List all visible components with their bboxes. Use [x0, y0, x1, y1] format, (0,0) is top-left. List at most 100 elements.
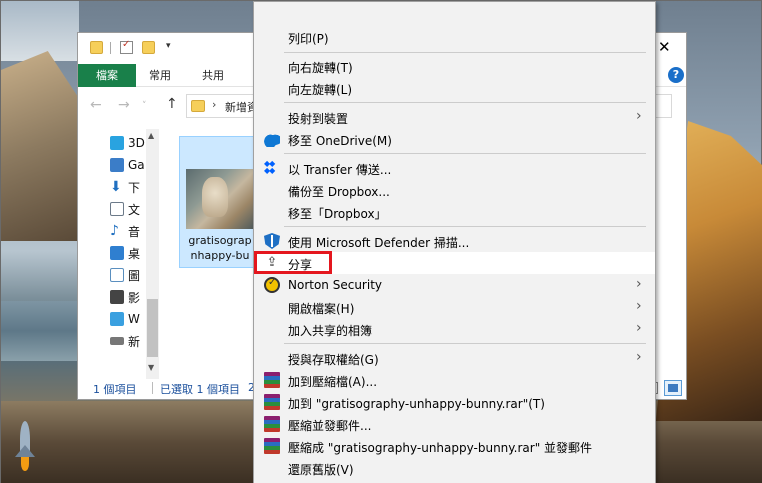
- folder-icon[interactable]: [90, 41, 103, 54]
- large-icons-view-icon[interactable]: [664, 380, 682, 396]
- nav-item-pc[interactable]: Ga: [110, 155, 145, 175]
- menu-item-backup-to-dropbox[interactable]: 備份至 Dropbox...: [254, 179, 655, 201]
- menu-item-add-to-named-rar[interactable]: 加到 "gratisography-unhappy-bunny.rar"(T): [254, 391, 655, 413]
- nav-item-label: 影: [128, 290, 141, 305]
- tab-share[interactable]: 共用: [202, 64, 224, 87]
- submenu-arrow-icon: ›: [636, 276, 642, 292]
- winrar-icon: [264, 438, 280, 454]
- nav-item-pictures[interactable]: 圖: [110, 265, 140, 285]
- menu-item-label: 加到 "gratisography-unhappy-bunny.rar"(T): [288, 397, 545, 411]
- recent-locations-chevron-icon[interactable]: ˅: [142, 101, 147, 111]
- menu-item-rotate-left[interactable]: 向左旋轉(L): [254, 77, 655, 99]
- menu-item-label: 投射到裝置: [288, 112, 349, 126]
- scroll-down-arrow-icon[interactable]: ▼: [148, 363, 154, 372]
- desktop-icon: [110, 246, 124, 260]
- nav-item-label: 桌: [128, 246, 141, 261]
- menu-item-label: 授與存取權給(G): [288, 353, 379, 367]
- nav-item-documents[interactable]: 文: [110, 199, 140, 219]
- menu-item-compress-named-rar-and-email[interactable]: 壓縮成 "gratisography-unhappy-bunny.rar" 並發…: [254, 435, 655, 457]
- up-arrow-icon[interactable]: ↑: [166, 96, 178, 112]
- nav-item-videos[interactable]: 影: [110, 287, 140, 307]
- menu-item-send-with-transfer[interactable]: 以 Transfer 傳送...: [254, 157, 655, 179]
- menu-item-label: 移至 OneDrive(M): [288, 134, 392, 148]
- menu-item-cast-to-device[interactable]: 投射到裝置 ›: [254, 106, 655, 128]
- cube-3d-icon: [110, 136, 124, 150]
- submenu-arrow-icon: ›: [636, 349, 642, 365]
- menu-item-rotate-right[interactable]: 向右旋轉(T): [254, 55, 655, 77]
- menu-item-norton-security[interactable]: Norton Security ›: [254, 274, 655, 296]
- item-count: 1 個項目: [93, 383, 137, 396]
- nav-item-label: 新: [128, 334, 141, 349]
- rocket-desktop-icon[interactable]: [15, 421, 35, 473]
- menu-item-give-access-to[interactable]: 授與存取權給(G) ›: [254, 347, 655, 369]
- menu-item-defender-scan[interactable]: 使用 Microsoft Defender 掃描...: [254, 230, 655, 252]
- pc-icon: [110, 158, 124, 172]
- menu-item-move-to-onedrive[interactable]: 移至 OneDrive(M): [254, 128, 655, 150]
- menu-item-label: Norton Security: [288, 278, 382, 292]
- tab-file[interactable]: 檔案: [78, 64, 136, 87]
- nav-item-new-drive[interactable]: 新: [110, 331, 140, 351]
- menu-item-label: 加入共享的相簿: [288, 324, 373, 338]
- close-icon[interactable]: ✕: [658, 38, 671, 56]
- customize-toolbar-dropdown-icon[interactable]: ▾: [166, 41, 171, 51]
- menu-item-add-to-shared-album[interactable]: 加入共享的相簿 ›: [254, 318, 655, 340]
- drive-icon: [110, 337, 124, 345]
- menu-item-move-to-dropbox[interactable]: 移至「Dropbox」: [254, 201, 655, 223]
- document-icon: [110, 202, 124, 216]
- download-icon: ⬇: [110, 179, 122, 195]
- toolbar-divider: [110, 42, 111, 54]
- breadcrumb-chevron-icon[interactable]: ›: [212, 98, 216, 111]
- menu-item-label: 向左旋轉(L): [288, 83, 353, 97]
- menu-item-restore-previous-versions[interactable]: 還原舊版(V): [254, 457, 655, 479]
- menu-item-print[interactable]: 列印(P): [254, 26, 655, 48]
- menu-item-add-to-archive[interactable]: 加到壓縮檔(A)...: [254, 369, 655, 391]
- selected-file-item[interactable]: gratisograp nhappy-bu: [179, 136, 259, 268]
- status-divider: [152, 382, 153, 394]
- nav-item-label: 圖: [128, 268, 141, 283]
- selected-count: 已選取 1 個項目: [160, 383, 240, 396]
- menu-separator: [284, 153, 646, 154]
- menu-item-open-with[interactable]: 開啟檔案(H) ›: [254, 296, 655, 318]
- menu-item-label: 開啟檔案(H): [288, 302, 355, 316]
- menu-item-label: 壓縮成 "gratisography-unhappy-bunny.rar" 並發…: [288, 441, 593, 455]
- rocket-fin: [15, 445, 35, 457]
- menu-separator: [284, 102, 646, 103]
- menu-separator: [284, 52, 646, 53]
- back-arrow-icon[interactable]: ←: [90, 97, 102, 113]
- winrar-icon: [264, 416, 280, 432]
- menu-item-compress-and-email[interactable]: 壓縮並發郵件...: [254, 413, 655, 435]
- context-menu: 列印(P) 向右旋轉(T) 向左旋轉(L) 投射到裝置 › 移至 OneDriv…: [253, 1, 656, 483]
- nav-item-3d-objects[interactable]: 3D: [110, 133, 145, 153]
- nav-item-label: 音: [128, 224, 141, 239]
- submenu-arrow-icon: ›: [636, 298, 642, 314]
- properties-icon[interactable]: [120, 39, 133, 54]
- nav-item-downloads[interactable]: ⬇ 下: [110, 177, 140, 197]
- menu-item-label: 使用 Microsoft Defender 掃描...: [288, 236, 470, 250]
- help-icon[interactable]: ?: [668, 67, 684, 83]
- scroll-up-arrow-icon[interactable]: ▲: [148, 131, 154, 140]
- video-icon: [110, 290, 124, 304]
- menu-item-label: 以 Transfer 傳送...: [288, 163, 392, 177]
- nav-item-label: 下: [128, 180, 141, 195]
- tab-home[interactable]: 常用: [149, 64, 171, 87]
- menu-item-label: 向右旋轉(T): [288, 61, 353, 75]
- nav-item-desktop[interactable]: 桌: [110, 243, 140, 263]
- rocket-flame: [21, 457, 29, 471]
- menu-item-label: 移至「Dropbox」: [288, 207, 387, 221]
- new-folder-icon[interactable]: [142, 41, 155, 54]
- nav-item-label: 3D: [128, 136, 145, 150]
- picture-icon: [110, 268, 124, 282]
- wallpaper-sky: [1, 1, 79, 61]
- nav-item-windows-drive[interactable]: W: [110, 309, 140, 329]
- scrollbar-thumb[interactable]: [147, 299, 158, 357]
- forward-arrow-icon[interactable]: →: [118, 97, 130, 113]
- nav-item-music[interactable]: ♪ 音: [110, 221, 140, 241]
- winrar-icon: [264, 372, 280, 388]
- submenu-arrow-icon: ›: [636, 108, 642, 124]
- music-icon: ♪: [110, 223, 119, 239]
- nav-item-label: Ga: [128, 158, 145, 172]
- menu-separator: [284, 343, 646, 344]
- drive-windows-icon: [110, 312, 124, 326]
- norton-icon: [264, 277, 280, 293]
- submenu-arrow-icon: ›: [636, 320, 642, 336]
